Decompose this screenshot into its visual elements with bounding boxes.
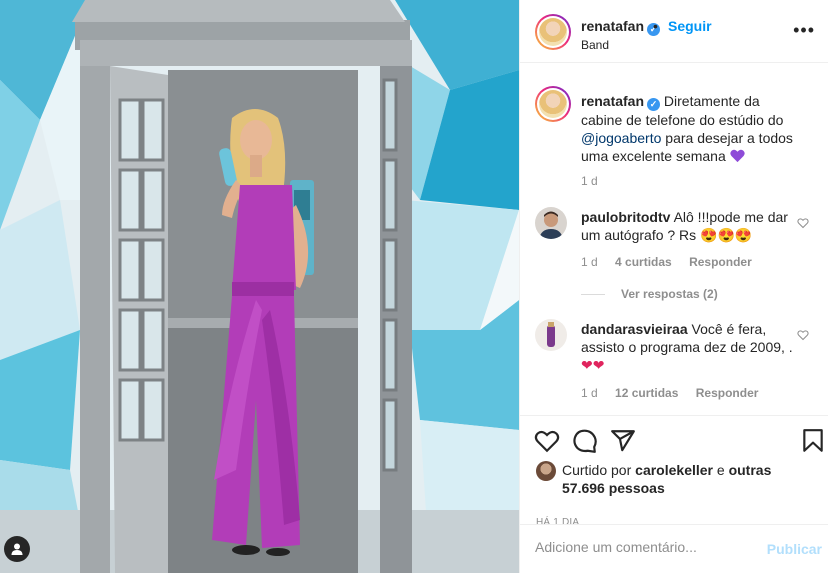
- author-username[interactable]: renatafan ✓: [581, 18, 661, 36]
- comment-like-heart-icon[interactable]: [797, 217, 809, 229]
- liked-by-text: Curtido por carolekeller e outras 57.696…: [562, 461, 812, 497]
- comment-icon[interactable]: [572, 428, 598, 454]
- liked-by-avatar[interactable]: [536, 461, 556, 481]
- comment-text: dandarasvieiraa Você é fera, assisto o p…: [581, 320, 801, 374]
- comment-meta: 1 d 12 curtidas Responder: [581, 386, 772, 400]
- header-separator: •: [653, 18, 658, 34]
- heart-icon[interactable]: [534, 428, 560, 454]
- caption-meta: 1 d: [581, 174, 612, 188]
- caption-mention[interactable]: @jogoaberto: [581, 130, 661, 146]
- follow-button[interactable]: Seguir: [668, 18, 712, 34]
- reply-button[interactable]: Responder: [689, 255, 752, 269]
- heart-eyes-emoji-icon: 😍😍😍: [700, 227, 753, 243]
- comment-likes[interactable]: 12 curtidas: [615, 386, 678, 400]
- publish-button[interactable]: Publicar: [767, 541, 822, 557]
- comment-text: paulobritodtv Alô !!!pode me dar um autó…: [581, 208, 801, 244]
- comments-list[interactable]: renatafan ✓ Diretamente da cabine de tele…: [520, 64, 828, 414]
- replies-divider: [581, 294, 605, 296]
- comment-avatar[interactable]: [535, 319, 567, 351]
- comment-time[interactable]: 1 d: [581, 386, 598, 400]
- post-sidebar: renatafan ✓ • Seguir Band ••• renatafan ✓ …: [519, 0, 828, 573]
- caption-text: renatafan ✓ Diretamente da cabine de tele…: [581, 92, 801, 165]
- reply-button[interactable]: Responder: [696, 386, 759, 400]
- comment-input[interactable]: [535, 539, 755, 555]
- liked-user[interactable]: carolekeller: [635, 462, 713, 478]
- view-replies-button[interactable]: Ver respostas (2): [581, 287, 718, 301]
- comment-meta: 1 d 4 curtidas Responder: [581, 255, 766, 269]
- comment-username[interactable]: dandarasvieiraa: [581, 321, 688, 337]
- liked-prefix: Curtido por: [562, 462, 636, 478]
- caption-username[interactable]: renatafan: [581, 93, 644, 109]
- post-photo[interactable]: [0, 0, 519, 573]
- tagged-user-button[interactable]: [4, 536, 30, 562]
- photo-scene: [0, 0, 519, 573]
- caption-time[interactable]: 1 d: [581, 174, 598, 188]
- bookmark-icon[interactable]: [800, 428, 826, 454]
- add-comment-bar: Publicar: [520, 524, 828, 573]
- more-options-icon[interactable]: •••: [793, 20, 815, 41]
- liked-mid: e: [713, 462, 729, 478]
- post-actions: Curtido por carolekeller e outras 57.696…: [520, 415, 828, 538]
- caption-avatar[interactable]: [535, 86, 571, 122]
- author-avatar[interactable]: [535, 14, 571, 50]
- share-icon[interactable]: [610, 428, 636, 454]
- red-heart-emoji-icon: ❤❤: [581, 357, 605, 373]
- purple-heart-emoji-icon: [729, 149, 745, 163]
- post-location[interactable]: Band: [581, 38, 609, 52]
- comment-username[interactable]: paulobritodtv: [581, 209, 670, 225]
- post-header: renatafan ✓ • Seguir Band •••: [520, 0, 828, 63]
- verified-badge-icon: ✓: [647, 98, 661, 111]
- comment-time[interactable]: 1 d: [581, 255, 598, 269]
- author-username-text[interactable]: renatafan: [581, 18, 644, 34]
- comment-likes[interactable]: 4 curtidas: [615, 255, 672, 269]
- view-replies-label[interactable]: Ver respostas (2): [621, 287, 718, 301]
- comment-like-heart-icon[interactable]: [797, 329, 809, 341]
- comment-avatar[interactable]: [535, 207, 567, 239]
- user-icon: [11, 543, 23, 555]
